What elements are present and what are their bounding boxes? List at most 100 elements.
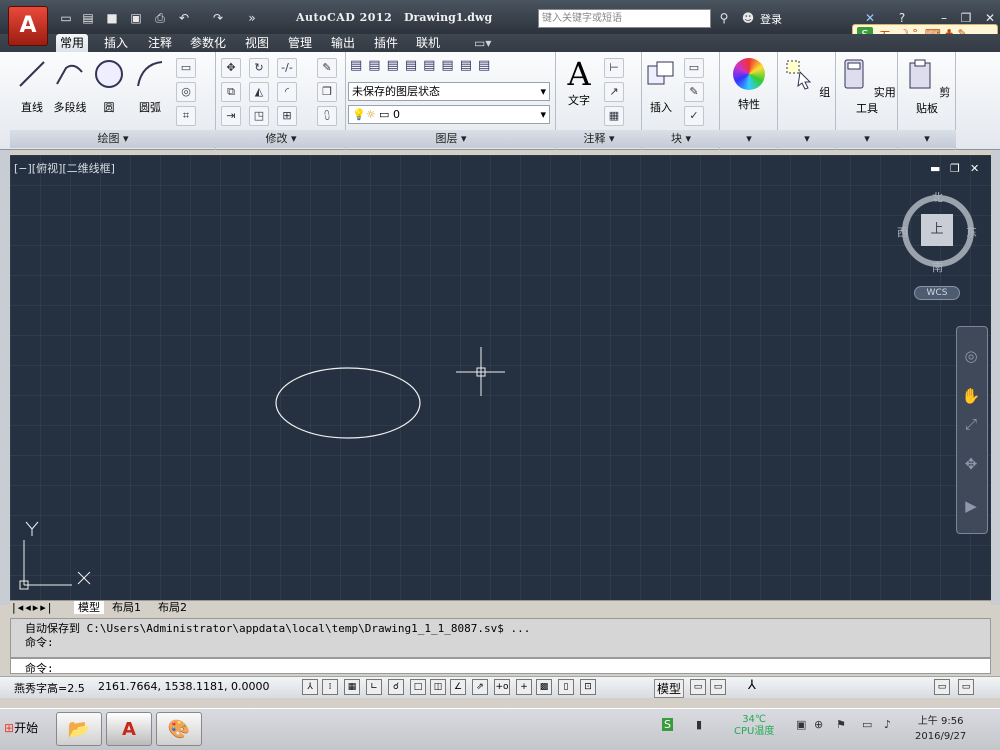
move-icon[interactable]: ✥ — [221, 58, 241, 78]
edit-block-icon[interactable]: ✎ — [684, 82, 704, 102]
coordinates-readout[interactable]: 2161.7664, 1538.1181, 0.0000 — [98, 680, 269, 693]
save-icon[interactable]: ■ — [104, 10, 120, 26]
layout-nav-arrows-icon[interactable]: |◂◂▸▸| — [12, 601, 54, 614]
dynamic-ucs-icon[interactable]: ⇗ — [472, 679, 488, 695]
block-panel-title[interactable]: 块 ▾ — [642, 130, 720, 148]
tab-annotate[interactable]: 注释 — [144, 34, 176, 52]
mirror-icon[interactable]: ◭ — [249, 82, 269, 102]
scale-icon[interactable]: ◳ — [249, 106, 269, 126]
taskbar-autocad-icon[interactable]: A — [106, 712, 152, 746]
boundary-icon[interactable]: ⌗ — [176, 106, 196, 126]
modify-panel-title[interactable]: 修改 ▾ — [216, 130, 346, 148]
model-space-button[interactable]: 模型 — [654, 679, 685, 698]
search-input[interactable]: 键入关键字或短语 — [538, 9, 711, 28]
open-file-icon[interactable]: ▤ — [80, 10, 96, 26]
tab-plugins[interactable]: 插件 — [370, 34, 402, 52]
annotation-scale-icon[interactable]: ⅄ — [744, 679, 760, 695]
object-snap-icon[interactable]: □ — [410, 679, 426, 695]
lineweight-icon[interactable]: + — [516, 679, 532, 695]
current-layer-dropdown[interactable]: 💡☼ ▭ 0 ▾ — [348, 105, 550, 124]
text-button[interactable]: A 文字 — [562, 56, 596, 108]
utilities-button[interactable]: 实用工具 — [838, 58, 896, 116]
login-link[interactable]: 登录 — [760, 11, 782, 27]
leader-icon[interactable]: ↗ — [604, 82, 624, 102]
new-file-icon[interactable]: ▭ — [58, 10, 74, 26]
layer-state-dropdown[interactable]: 未保存的图层状态 ▾ — [348, 82, 550, 101]
selection-cycling-icon[interactable]: ⊡ — [580, 679, 596, 695]
object-snap-tracking-icon[interactable]: ∠ — [450, 679, 466, 695]
save-as-icon[interactable]: ▣ — [128, 10, 144, 26]
rotate-icon[interactable]: ↻ — [249, 58, 269, 78]
ortho-mode-icon[interactable]: ∟ — [366, 679, 382, 695]
table-icon[interactable]: ▦ — [604, 106, 624, 126]
create-block-icon[interactable]: ▭ — [684, 58, 704, 78]
tab-layout1[interactable]: 布局1 — [112, 601, 141, 614]
clean-screen-icon[interactable]: ▭ — [958, 679, 974, 695]
trim-icon[interactable]: -/- — [277, 58, 297, 78]
monitor-tray-icon[interactable]: ▭ — [862, 718, 872, 731]
explode-icon[interactable]: ❒ — [317, 82, 337, 102]
quick-properties-icon[interactable]: ▯ — [558, 679, 574, 695]
tab-layout2[interactable]: 布局2 — [158, 601, 187, 614]
layers-panel-title[interactable]: 图层 ▾ — [346, 130, 556, 148]
quick-view-layouts-icon[interactable]: ▭ — [690, 679, 706, 695]
array-icon[interactable]: ⊞ — [277, 106, 297, 126]
network-tray-icon[interactable]: ▣ — [796, 718, 806, 731]
undo-icon[interactable]: ↶ — [176, 10, 192, 26]
drawn-ellipse[interactable] — [275, 367, 421, 439]
print-icon[interactable]: ⎙ — [152, 10, 168, 26]
3d-osnap-icon[interactable]: ◫ — [430, 679, 446, 695]
polyline-button[interactable]: 多段线 — [50, 58, 90, 115]
taskbar-explorer-icon[interactable]: 📂 — [56, 712, 102, 746]
more-icon[interactable]: » — [244, 10, 260, 26]
tab-output[interactable]: 输出 — [327, 34, 359, 52]
sogou-tray-icon[interactable]: S — [662, 718, 673, 731]
volume-tray-icon[interactable]: ♪ — [884, 718, 891, 731]
redo-icon[interactable]: ↷ — [210, 10, 226, 26]
properties-panel-expand[interactable]: ▾ — [720, 130, 778, 148]
draw-panel-title[interactable]: 绘图 ▾ — [10, 130, 216, 148]
tab-overflow-icon[interactable]: ▭▾ — [470, 34, 495, 52]
command-input[interactable]: 命令: — [10, 658, 991, 675]
utilities-panel-expand[interactable]: ▾ — [836, 130, 898, 148]
offset-icon[interactable]: ⩇ — [317, 106, 337, 126]
hatch-icon[interactable]: ◎ — [176, 82, 196, 102]
dynamic-input-icon[interactable]: +o — [494, 679, 510, 695]
dimension-icon[interactable]: ⊢ — [604, 58, 624, 78]
application-menu-button[interactable]: A — [8, 6, 48, 46]
clipboard-button[interactable]: 剪贴板 — [902, 58, 952, 116]
binoculars-icon[interactable]: ⚲ — [716, 10, 732, 26]
user-icon[interactable]: ☻ — [740, 10, 756, 26]
rectangle-icon[interactable]: ▭ — [176, 58, 196, 78]
line-button[interactable]: 直线 — [14, 58, 50, 115]
tab-model[interactable]: 模型 — [74, 601, 104, 614]
grid-display-icon[interactable]: ▦ — [344, 679, 360, 695]
tab-online[interactable]: 联机 — [412, 34, 444, 52]
quick-view-drawings-icon[interactable]: ▭ — [710, 679, 726, 695]
clipboard-panel-expand[interactable]: ▾ — [898, 130, 956, 148]
insert-button[interactable]: 插入 — [644, 58, 678, 115]
annotation-panel-title[interactable]: 注释 ▾ — [556, 130, 642, 148]
transparency-icon[interactable]: ▩ — [536, 679, 552, 695]
layer-tools-icons[interactable]: ▤▤▤▤▤▤▤▤ — [350, 58, 496, 73]
tab-parametric[interactable]: 参数化 — [186, 34, 230, 52]
arc-button[interactable]: 圆弧 — [132, 58, 168, 115]
group-panel-expand[interactable]: ▾ — [778, 130, 836, 148]
snap-mode-icon[interactable]: ⁞ — [322, 679, 338, 695]
flag-tray-icon[interactable]: ⚑ — [836, 718, 846, 731]
system-clock[interactable]: 上午 9:56 2016/9/27 — [915, 714, 966, 744]
tab-view[interactable]: 视图 — [241, 34, 273, 52]
fillet-icon[interactable]: ◜ — [277, 82, 297, 102]
tab-insert[interactable]: 插入 — [100, 34, 132, 52]
toolbar-lock-icon[interactable]: ▭ — [934, 679, 950, 695]
update-tray-icon[interactable]: ⊕ — [814, 718, 823, 731]
start-button[interactable]: ⊞开始 — [2, 715, 50, 741]
properties-button[interactable]: 特性 — [724, 58, 774, 112]
usb-tray-icon[interactable]: ▮ — [696, 718, 702, 731]
group-button[interactable]: 组 — [782, 58, 832, 100]
stretch-icon[interactable]: ⇥ — [221, 106, 241, 126]
tab-home[interactable]: 常用 — [56, 34, 89, 52]
polar-tracking-icon[interactable]: ☌ — [388, 679, 404, 695]
circle-button[interactable]: 圆 — [92, 58, 126, 115]
taskbar-paint-icon[interactable]: 🎨 — [156, 712, 202, 746]
